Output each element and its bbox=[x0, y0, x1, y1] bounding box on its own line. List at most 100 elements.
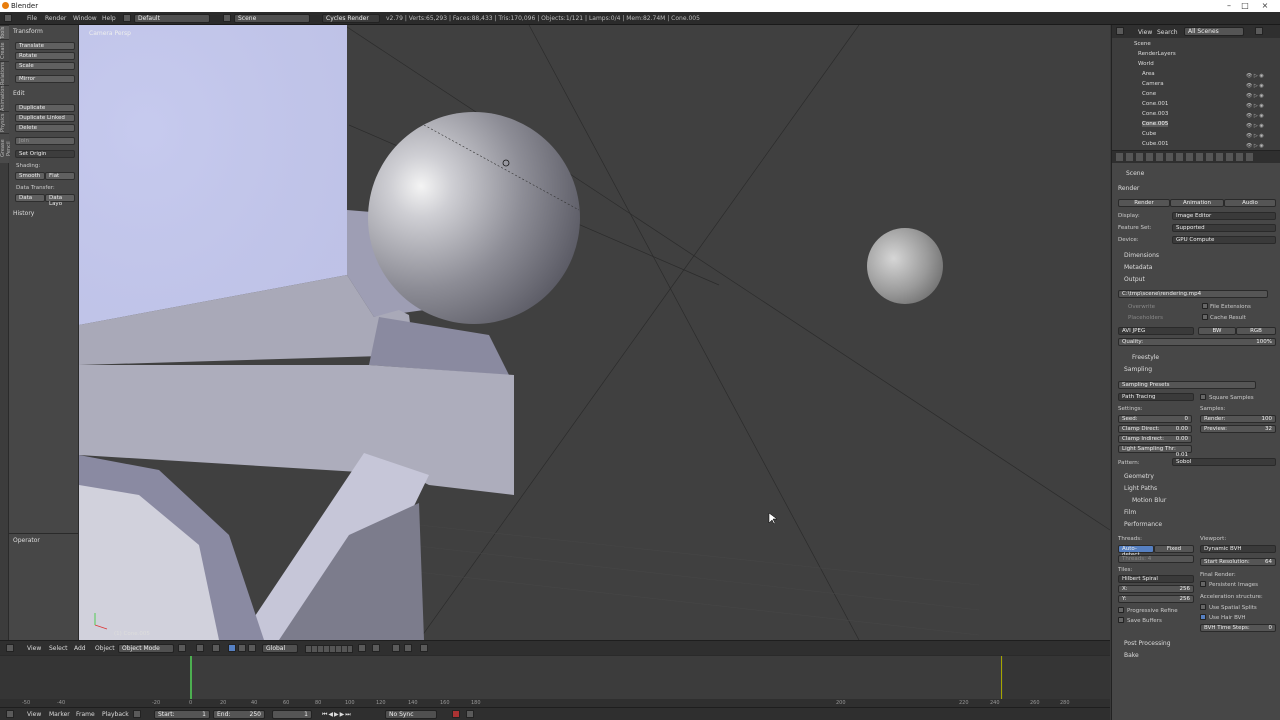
display-select[interactable]: Image Editor bbox=[1172, 212, 1276, 220]
mode-select[interactable]: Object Mode bbox=[118, 644, 174, 653]
menu-object[interactable]: Object bbox=[95, 645, 115, 652]
translate-manipulator-icon[interactable] bbox=[228, 644, 236, 652]
tab-grease-pencil[interactable]: Grease Pencil bbox=[0, 133, 12, 163]
tab-relations[interactable]: Relations bbox=[0, 61, 9, 85]
seed-field[interactable]: Seed: 0 bbox=[1118, 415, 1192, 423]
duplicate-button[interactable]: Duplicate bbox=[15, 104, 75, 112]
animation-button[interactable]: Animation bbox=[1170, 199, 1224, 207]
clamp-direct-field[interactable]: Clamp Direct: 0.00 bbox=[1118, 425, 1192, 433]
menu-window[interactable]: Window bbox=[73, 15, 97, 22]
menu-help[interactable]: Help bbox=[102, 15, 116, 22]
outliner-item[interactable]: Camera bbox=[1142, 81, 1164, 87]
progressive-refine-check[interactable] bbox=[1118, 607, 1124, 613]
save-buffers-check[interactable] bbox=[1118, 617, 1124, 623]
outliner-item[interactable]: Cube bbox=[1142, 131, 1156, 137]
file-extensions-check[interactable] bbox=[1202, 303, 1208, 309]
audio-button[interactable]: Audio bbox=[1224, 199, 1276, 207]
cache-result-check[interactable] bbox=[1202, 314, 1208, 320]
tab-tools[interactable]: Tools bbox=[0, 25, 9, 39]
menu-frame[interactable]: Frame bbox=[76, 711, 95, 718]
3d-viewport[interactable]: Camera Persp (1) Cone.005 bbox=[79, 25, 1110, 640]
scene-icon[interactable] bbox=[223, 14, 231, 22]
placeholders-checkbox[interactable]: Placeholders bbox=[1128, 315, 1163, 321]
post-processing-panel-header[interactable]: Post Processing bbox=[1124, 640, 1171, 647]
editor-type-icon[interactable] bbox=[1116, 27, 1124, 35]
menu-marker[interactable]: Marker bbox=[49, 711, 70, 718]
hair-bvh-check[interactable] bbox=[1200, 614, 1206, 620]
quality-field[interactable]: Quality: 100% bbox=[1118, 338, 1276, 346]
menu-file[interactable]: File bbox=[27, 15, 37, 22]
outliner-item[interactable]: Scene bbox=[1134, 41, 1151, 47]
geometry-panel-header[interactable]: Geometry bbox=[1124, 473, 1154, 480]
outliner-item[interactable]: World bbox=[1138, 61, 1154, 67]
search-icon[interactable] bbox=[1255, 27, 1263, 35]
start-frame-field[interactable]: Start: 1 bbox=[154, 710, 210, 719]
outliner-item[interactable]: Area bbox=[1142, 71, 1155, 77]
playback-controls[interactable]: ⏮◀▶▶⏭ bbox=[322, 711, 352, 719]
bake-panel-header[interactable]: Bake bbox=[1124, 652, 1139, 659]
pattern-select[interactable]: Sobol bbox=[1172, 458, 1276, 466]
menu-view[interactable]: View bbox=[27, 711, 41, 718]
device-select[interactable]: GPU Compute bbox=[1172, 236, 1276, 244]
history-panel-header[interactable]: History bbox=[13, 210, 34, 217]
sync-mode-select[interactable]: No Sync bbox=[385, 710, 437, 719]
end-frame-field[interactable]: End: 250 bbox=[213, 710, 265, 719]
display-mode-select[interactable]: All Scenes bbox=[1184, 27, 1244, 36]
film-panel-header[interactable]: Film bbox=[1124, 509, 1136, 516]
motion-blur-panel-header[interactable]: Motion Blur bbox=[1132, 497, 1166, 504]
square-samples-check[interactable] bbox=[1200, 394, 1206, 400]
shade-flat-button[interactable]: Flat bbox=[45, 172, 75, 180]
layer-lock-icon[interactable] bbox=[358, 644, 366, 652]
outliner-item[interactable]: Cone bbox=[1142, 91, 1156, 97]
snap-icon[interactable] bbox=[392, 644, 400, 652]
transform-panel-header[interactable]: Transform bbox=[13, 28, 43, 35]
sampling-presets-select[interactable]: Sampling Presets bbox=[1118, 381, 1256, 389]
shade-smooth-button[interactable]: Smooth bbox=[15, 172, 45, 180]
visibility-icons[interactable]: 👁 ▷ ◉ 👁 ▷ ◉ 👁 ▷ ◉ 👁 ▷ ◉ 👁 ▷ ◉ 👁 ▷ ◉ 👁 ▷ ◉ 👁 ▷ ◉ bbox=[1246, 71, 1264, 151]
spatial-splits-check[interactable] bbox=[1200, 604, 1206, 610]
editor-type-icon[interactable] bbox=[6, 710, 14, 718]
mirror-button[interactable]: Mirror bbox=[15, 75, 75, 83]
tile-order-select[interactable]: Hilbert Spiral bbox=[1118, 575, 1194, 583]
render-panel-header[interactable]: Render bbox=[1118, 185, 1139, 192]
tile-x-field[interactable]: X: 256 bbox=[1118, 585, 1194, 593]
render-engine-select[interactable]: Cycles Render bbox=[322, 14, 380, 23]
layer-buttons[interactable] bbox=[305, 645, 353, 653]
clamp-indirect-field[interactable]: Clamp Indirect: 0.00 bbox=[1118, 435, 1192, 443]
menu-playback[interactable]: Playback bbox=[102, 711, 129, 718]
file-format-select[interactable]: AVI JPEG bbox=[1118, 327, 1194, 335]
shading-mode-icon[interactable] bbox=[178, 644, 186, 652]
current-frame-field[interactable]: 1 bbox=[272, 710, 312, 719]
tab-create[interactable]: Create bbox=[0, 39, 9, 61]
rotate-manipulator-icon[interactable] bbox=[238, 644, 246, 652]
scene-select[interactable]: Scene bbox=[234, 14, 310, 23]
sampling-panel-header[interactable]: Sampling bbox=[1124, 366, 1152, 373]
set-origin-button[interactable]: Set Origin bbox=[15, 150, 75, 158]
minimize-icon[interactable]: – bbox=[1222, 0, 1236, 12]
output-panel-header[interactable]: Output bbox=[1124, 276, 1145, 283]
preview-samples-field[interactable]: Preview: 32 bbox=[1200, 425, 1276, 433]
screen-layout-select[interactable]: Default bbox=[134, 14, 210, 23]
threads-fixed-button[interactable]: Fixed bbox=[1154, 545, 1194, 553]
bvh-time-steps-field[interactable]: BVH Time Steps: 0 bbox=[1200, 624, 1276, 632]
freestyle-panel-header[interactable]: Freestyle bbox=[1132, 354, 1159, 361]
scale-button[interactable]: Scale bbox=[15, 62, 75, 70]
edit-panel-header[interactable]: Edit bbox=[13, 90, 25, 97]
editor-type-icon[interactable] bbox=[6, 644, 14, 652]
outliner-item[interactable]: Cone.003 bbox=[1142, 111, 1168, 117]
outliner-item[interactable]: Cone.001 bbox=[1142, 101, 1168, 107]
render-samples-field[interactable]: Render: 100 bbox=[1200, 415, 1276, 423]
snap-target-icon[interactable] bbox=[404, 644, 412, 652]
scale-manipulator-icon[interactable] bbox=[248, 644, 256, 652]
pivot-icon[interactable] bbox=[196, 644, 204, 652]
menu-view[interactable]: View bbox=[1138, 29, 1152, 36]
viewport-bvh-select[interactable]: Dynamic BVH bbox=[1200, 545, 1276, 553]
keying-set-icon[interactable] bbox=[466, 710, 474, 718]
orientation-select[interactable]: Global bbox=[262, 644, 298, 653]
start-resolution-field[interactable]: Start Resolution: 64 bbox=[1200, 558, 1276, 566]
screen-layout-icon[interactable] bbox=[123, 14, 131, 22]
proportional-edit-icon[interactable] bbox=[372, 644, 380, 652]
manipulator-icon[interactable] bbox=[212, 644, 220, 652]
data-layout-button[interactable]: Data Layo bbox=[45, 194, 75, 207]
menu-view[interactable]: View bbox=[27, 645, 41, 652]
